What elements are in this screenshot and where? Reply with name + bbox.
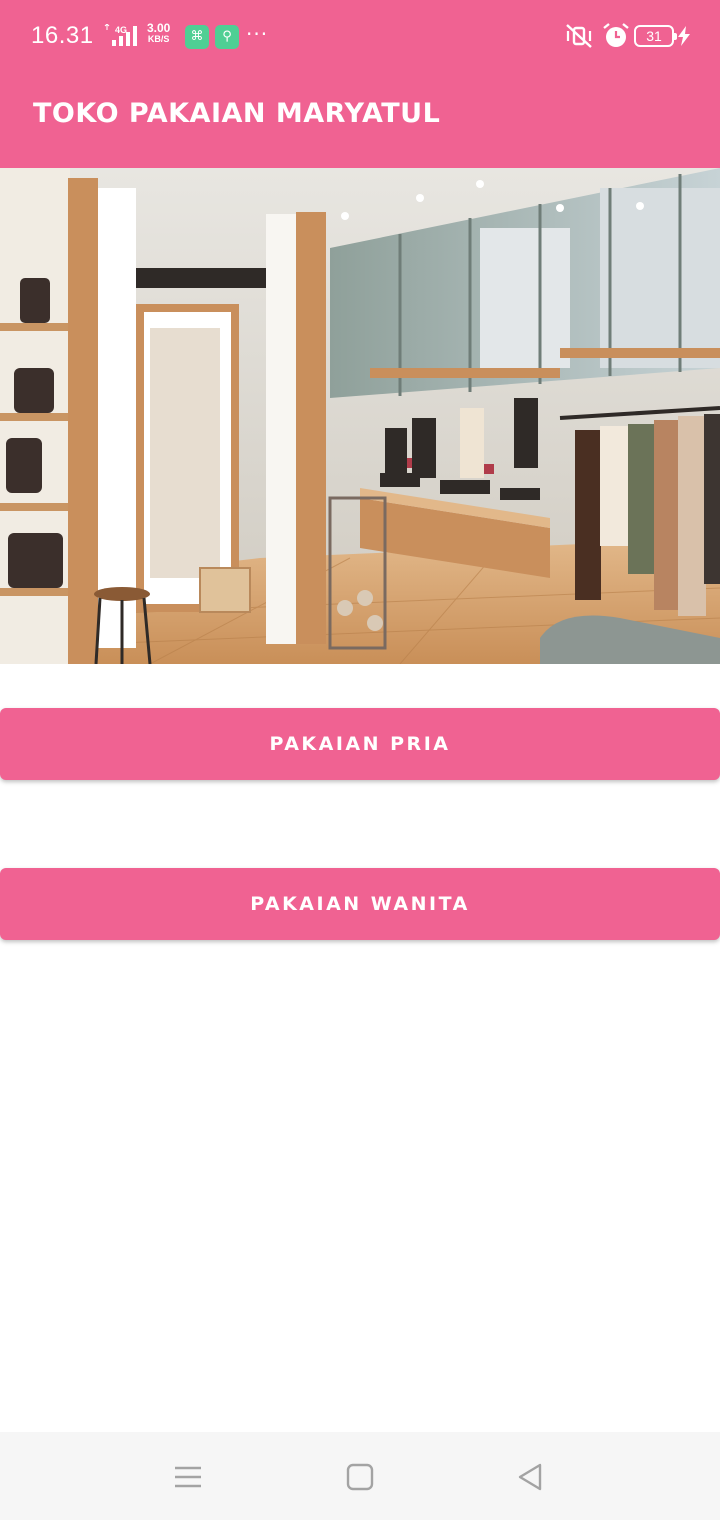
- recent-apps-icon[interactable]: [171, 1460, 205, 1494]
- mute-icon: [566, 24, 592, 48]
- system-nav-bar: [0, 1432, 720, 1520]
- signal-icon: 4G: [104, 24, 137, 46]
- vpn-icon: ⚲: [215, 25, 239, 49]
- womens-clothing-button[interactable]: PAKAIAN WANITA: [0, 868, 720, 940]
- page-title: TOKO PAKAIAN MARYATUL: [33, 98, 441, 129]
- back-icon[interactable]: [513, 1460, 547, 1494]
- battery-icon: 31: [634, 25, 677, 47]
- app-bar: TOKO PAKAIAN MARYATUL: [0, 72, 720, 168]
- speed-value: 3.00: [147, 21, 171, 35]
- network-type: 4G: [115, 25, 127, 35]
- speed-unit: KB/S: [147, 34, 170, 44]
- status-bar: 16.31 4G 3.00 KB/S ⌘ ⚲ ··· 31: [0, 0, 720, 72]
- alarm-icon: [603, 23, 629, 47]
- clothing-store-illustration: [0, 168, 720, 664]
- network-speed: 3.00 KB/S: [147, 21, 171, 45]
- home-icon[interactable]: [343, 1460, 377, 1494]
- more-notifications-icon: ···: [246, 22, 269, 46]
- charging-icon: [678, 26, 690, 46]
- app-notification-icon: ⌘: [185, 25, 209, 49]
- status-time: 16.31: [31, 22, 94, 49]
- store-hero-image: [0, 168, 720, 664]
- mens-clothing-button[interactable]: PAKAIAN PRIA: [0, 708, 720, 780]
